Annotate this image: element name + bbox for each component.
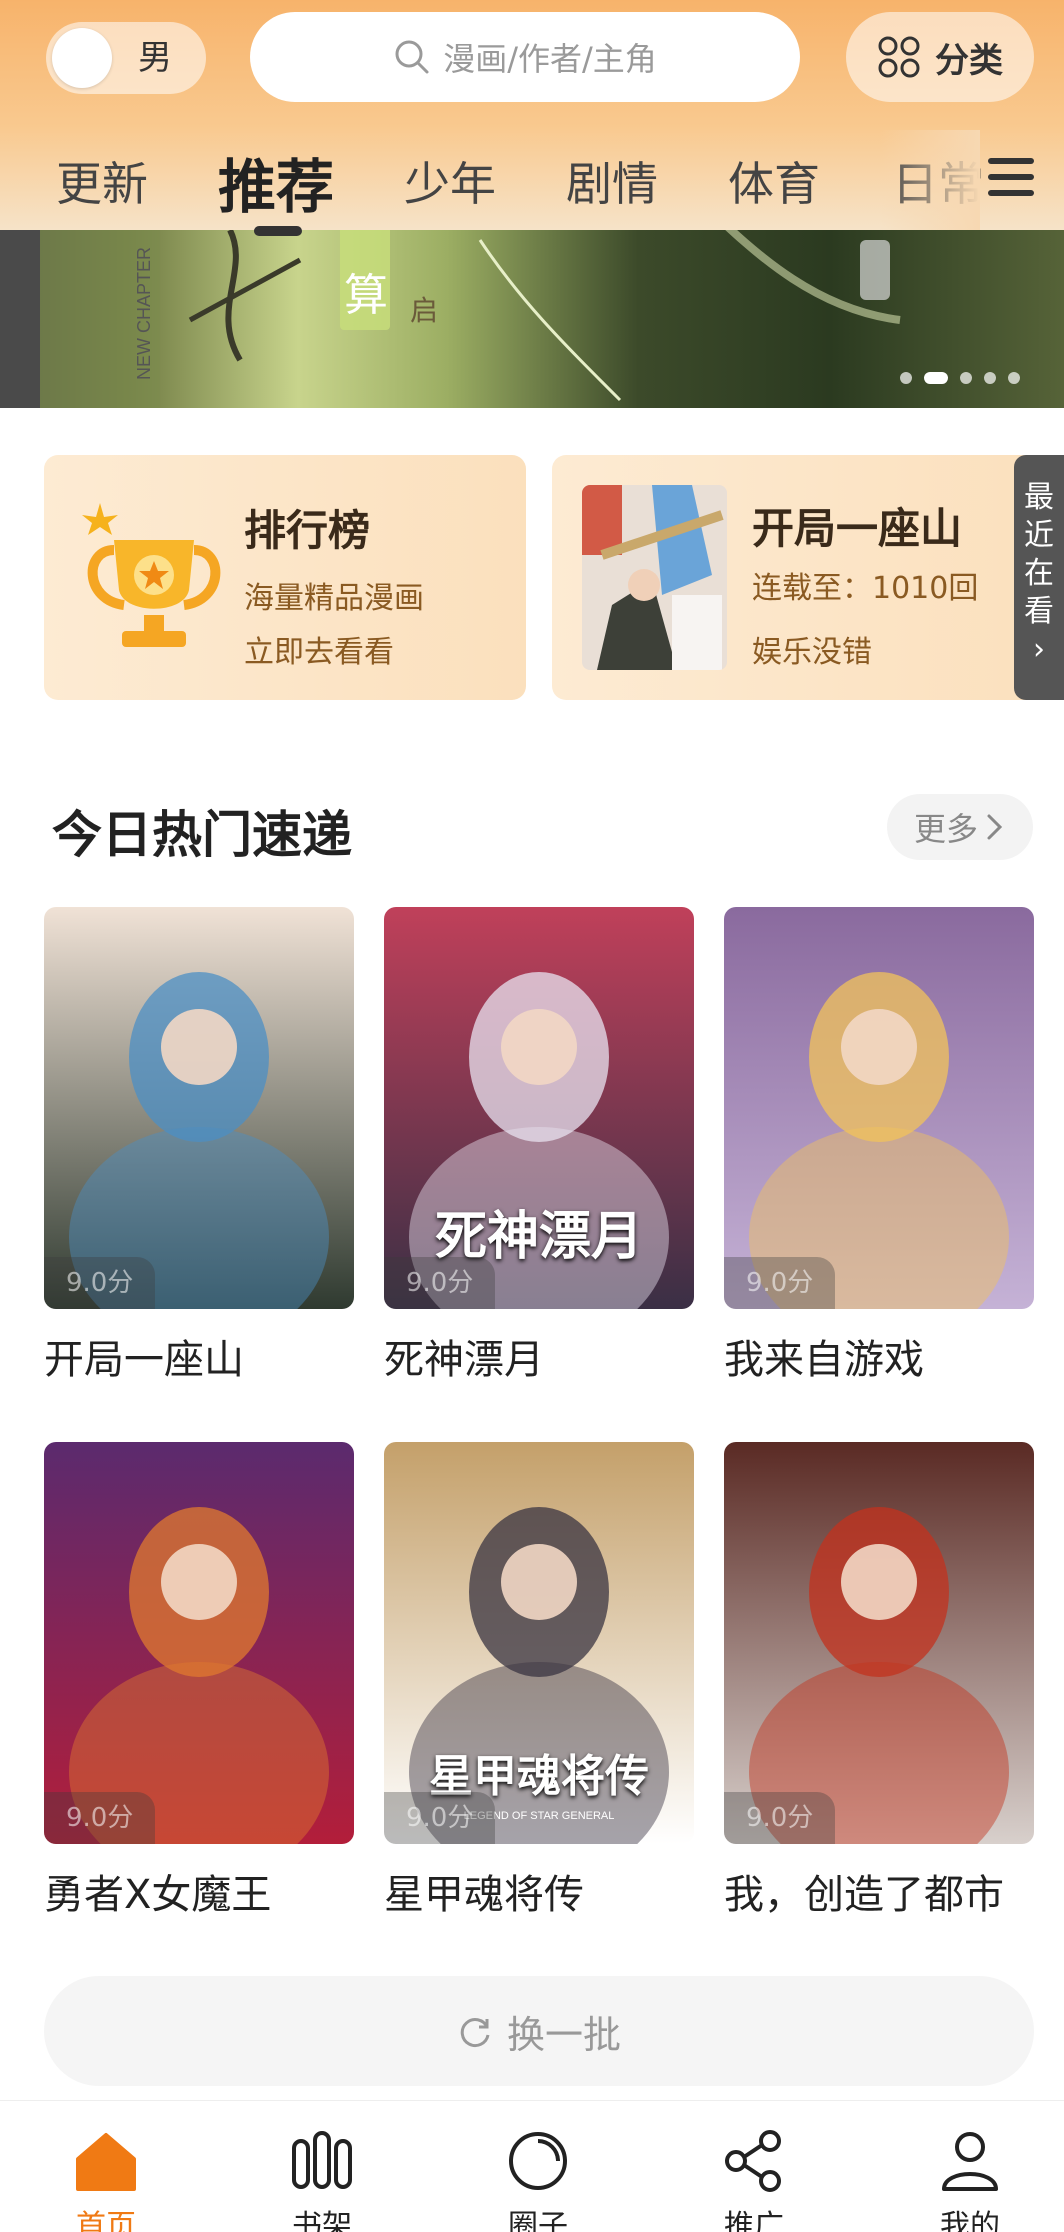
- serial-title: 开局一座山: [752, 504, 963, 553]
- section-title: 今日热门速递: [52, 806, 352, 864]
- serial-progress: 连载至：1010回: [752, 571, 979, 606]
- serial-tagline: 娱乐没错: [752, 635, 872, 670]
- refresh-label: 换一批: [506, 2012, 621, 2057]
- comic-title: 星甲魂将传: [384, 1872, 584, 1918]
- recent-char-4: 看: [1024, 594, 1054, 629]
- score-badge: 9.0分: [724, 1792, 836, 1844]
- recent-char-1: 最: [1024, 480, 1054, 515]
- category-label: 分类: [935, 40, 1003, 81]
- recent-char-2: 近: [1024, 518, 1054, 553]
- nav-circle-label: 圈子: [508, 2209, 568, 2232]
- banner-pagination: [900, 372, 1020, 384]
- tab-recommend[interactable]: 推荐: [218, 140, 334, 224]
- banner-dot: [984, 372, 996, 384]
- score-badge: 9.0分: [384, 1792, 496, 1844]
- comic-title: 死神漂月: [384, 1337, 544, 1383]
- gender-toggle[interactable]: 男: [46, 22, 206, 94]
- chevron-right-icon: [987, 814, 1003, 840]
- comic-cover[interactable]: 死神漂月 9.0分: [384, 907, 694, 1309]
- ranking-subtitle: 海量精品漫画: [244, 581, 424, 616]
- comic-item[interactable]: 9.0分开局一座山: [44, 907, 354, 1385]
- nav-promote-label: 推广: [724, 2209, 784, 2232]
- score-badge: 9.0分: [44, 1257, 156, 1309]
- tab-fade-overlay: [880, 130, 980, 230]
- nav-home-label: 首页: [76, 2209, 136, 2232]
- menu-icon[interactable]: [986, 154, 1036, 200]
- score-badge: 9.0分: [724, 1257, 836, 1309]
- comic-cover[interactable]: 星甲魂将传 LEGEND OF STAR GENERAL 9.0分: [384, 1442, 694, 1844]
- score-badge: 9.0分: [44, 1792, 156, 1844]
- ranking-card[interactable]: 排行榜 海量精品漫画 立即去看看: [44, 455, 526, 700]
- recently-viewed-tab[interactable]: 最 近 在 看 ›: [1014, 455, 1064, 700]
- top-header: 男 漫画/作者/主角 分类 更新 推荐 少年 剧情 体育 日常: [0, 0, 1064, 236]
- comic-title: 我，创造了都市: [724, 1872, 1004, 1918]
- home-icon: [76, 2133, 136, 2191]
- active-tab-indicator: [254, 226, 302, 236]
- nav-promote[interactable]: 推广: [664, 2101, 844, 2232]
- trophy-icon: [82, 503, 221, 647]
- comic-item[interactable]: 9.0分勇者X女魔王: [44, 1442, 354, 1920]
- chevron-right-icon: ›: [1033, 632, 1045, 667]
- circle-icon: [509, 2132, 567, 2190]
- more-button[interactable]: 更多: [887, 794, 1033, 860]
- comic-cover[interactable]: 9.0分: [724, 1442, 1034, 1844]
- tab-youth[interactable]: 少年: [404, 148, 496, 214]
- comic-title: 我来自游戏: [724, 1337, 924, 1383]
- search-bar[interactable]: 漫画/作者/主角: [250, 12, 800, 102]
- category-grid-icon: [878, 36, 920, 78]
- serial-card[interactable]: 开局一座山 连载至：1010回 娱乐没错: [552, 455, 1052, 700]
- nav-bookshelf-label: 书架: [292, 2209, 352, 2232]
- category-button[interactable]: 分类: [846, 12, 1034, 102]
- comic-title: 开局一座山: [44, 1337, 244, 1383]
- tab-update[interactable]: 更新: [56, 148, 148, 214]
- banner-dot: [900, 372, 912, 384]
- tab-story[interactable]: 剧情: [566, 148, 658, 214]
- search-icon: [395, 40, 429, 74]
- profile-icon: [942, 2132, 998, 2191]
- comic-item[interactable]: 死神漂月 9.0分死神漂月: [384, 907, 694, 1385]
- score-badge: 9.0分: [384, 1257, 496, 1309]
- comic-cover[interactable]: 9.0分: [44, 907, 354, 1309]
- comic-item[interactable]: 9.0分我来自游戏: [724, 907, 1034, 1385]
- nav-profile[interactable]: 我的: [880, 2101, 1060, 2232]
- comic-title: 勇者X女魔王: [44, 1872, 272, 1918]
- banner-dot: [924, 372, 948, 384]
- nav-bookshelf[interactable]: 书架: [232, 2101, 412, 2232]
- refresh-icon: [460, 2018, 490, 2048]
- comic-item[interactable]: 9.0分我，创造了都市: [724, 1442, 1034, 1920]
- banner-dot: [1008, 372, 1020, 384]
- comic-item[interactable]: 星甲魂将传 LEGEND OF STAR GENERAL 9.0分星甲魂将传: [384, 1442, 694, 1920]
- search-placeholder: 漫画/作者/主角: [443, 40, 657, 78]
- recent-char-3: 在: [1024, 556, 1054, 591]
- ranking-action: 立即去看看: [244, 635, 394, 670]
- comic-cover[interactable]: 9.0分: [724, 907, 1034, 1309]
- toggle-knob: [52, 28, 112, 88]
- comic-cover[interactable]: 9.0分: [44, 1442, 354, 1844]
- nav-circle[interactable]: 圈子: [448, 2101, 628, 2232]
- banner-carousel[interactable]: NEW CHAPTER 算 启: [0, 200, 1064, 408]
- ranking-title: 排行榜: [244, 506, 371, 555]
- banner-start-char: 启: [410, 294, 438, 327]
- tab-sports[interactable]: 体育: [728, 148, 820, 214]
- banner-dot: [960, 372, 972, 384]
- nav-profile-label: 我的: [940, 2209, 1000, 2232]
- banner-calc-char: 算: [344, 270, 388, 321]
- bottom-nav: 首页 书架 圈子 推广 我的: [0, 2100, 1064, 2232]
- bookshelf-icon: [292, 2131, 352, 2189]
- category-tabs: 更新 推荐 少年 剧情 体育 日常: [0, 130, 1064, 236]
- more-label: 更多: [913, 810, 978, 848]
- banner-new-chapter: NEW CHAPTER: [134, 247, 154, 380]
- serial-cover: [582, 485, 727, 670]
- share-icon: [725, 2130, 781, 2192]
- nav-home[interactable]: 首页: [16, 2101, 196, 2232]
- refresh-button[interactable]: 换一批: [44, 1976, 1034, 2086]
- gender-label: 男: [138, 38, 172, 78]
